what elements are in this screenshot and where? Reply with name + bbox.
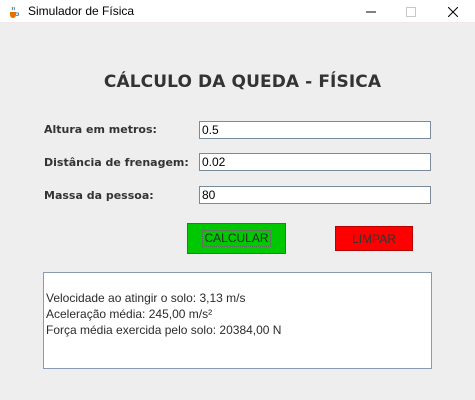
- mass-input[interactable]: [199, 186, 431, 204]
- results-area[interactable]: Velocidade ao atingir o solo: 3,13 m/s A…: [43, 272, 432, 369]
- title-bar[interactable]: Simulador de Física: [0, 0, 475, 23]
- maximize-button[interactable]: [388, 0, 434, 22]
- close-icon: [447, 2, 459, 21]
- force-result: Força média exercida pelo solo: 20384,00…: [46, 323, 282, 337]
- acceleration-result: Aceleração média: 245,00 m/s²: [46, 307, 213, 321]
- braking-distance-label: Distância de frenagem:: [44, 156, 189, 169]
- minimize-icon: [366, 2, 376, 21]
- height-input[interactable]: [199, 121, 431, 139]
- page-title: CÁLCULO DA QUEDA - FÍSICA: [103, 72, 382, 92]
- height-label: Altura em metros:: [44, 123, 157, 136]
- java-coffee-icon: [7, 4, 20, 18]
- window-title: Simulador de Física: [28, 4, 135, 18]
- clear-button-label: LIMPAR: [352, 231, 396, 246]
- calculate-button[interactable]: CALCULAR: [187, 223, 286, 254]
- close-button[interactable]: [430, 0, 475, 22]
- clear-button[interactable]: LIMPAR: [335, 226, 413, 251]
- mass-label: Massa da pessoa:: [44, 189, 154, 202]
- maximize-icon: [406, 2, 416, 21]
- braking-distance-input[interactable]: [199, 153, 431, 171]
- app-window: Simulador de Física CÁLCULO DA QUEDA - F…: [0, 0, 475, 400]
- calculate-button-label: CALCULAR: [202, 230, 271, 247]
- velocity-result: Velocidade ao atingir o solo: 3,13 m/s: [46, 291, 246, 305]
